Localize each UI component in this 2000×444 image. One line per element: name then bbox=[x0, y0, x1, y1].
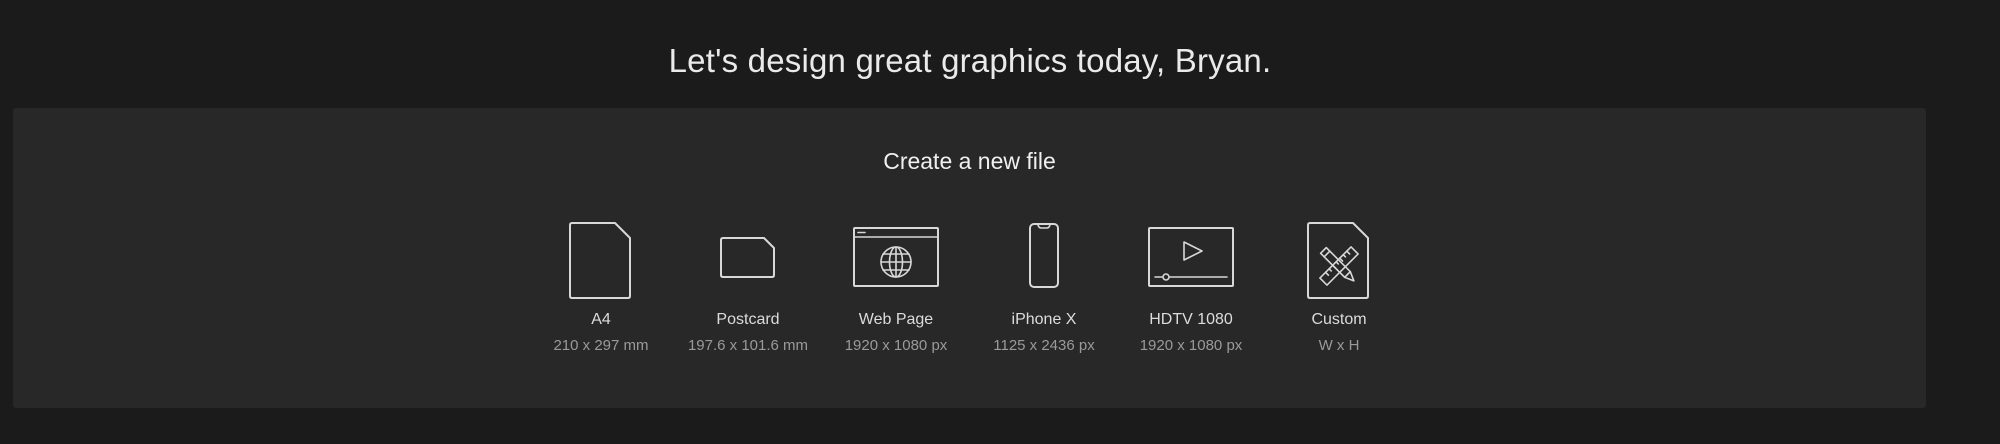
custom-ruler-pencil-icon bbox=[1289, 220, 1389, 300]
panel-title: Create a new file bbox=[883, 148, 1056, 174]
preset-hdtv-1080[interactable]: HDTV 1080 1920 x 1080 px bbox=[1121, 220, 1261, 354]
create-new-file-panel: Create a new file A4 210 x 297 mm Postca… bbox=[13, 108, 1926, 408]
preset-iphone-x[interactable]: iPhone X 1125 x 2436 px bbox=[974, 220, 1114, 354]
preset-name: Web Page bbox=[858, 311, 934, 328]
start-screen: Let's design great graphics today, Bryan… bbox=[0, 0, 2000, 444]
preset-dimensions: 1920 x 1080 px bbox=[844, 337, 948, 354]
preset-dimensions: 210 x 297 mm bbox=[553, 337, 649, 354]
preset-postcard[interactable]: Postcard 197.6 x 101.6 mm bbox=[678, 220, 818, 354]
video-screen-icon bbox=[1141, 220, 1241, 300]
postcard-icon bbox=[698, 220, 798, 300]
preset-name: Custom bbox=[1311, 311, 1367, 328]
preset-name: A4 bbox=[591, 311, 611, 328]
preset-dimensions: 1920 x 1080 px bbox=[1139, 337, 1243, 354]
preset-list: A4 210 x 297 mm Postcard 197.6 x 101.6 m… bbox=[13, 220, 1926, 370]
preset-a4[interactable]: A4 210 x 297 mm bbox=[531, 220, 671, 354]
preset-dimensions: 197.6 x 101.6 mm bbox=[687, 337, 809, 354]
web-page-icon bbox=[846, 220, 946, 300]
preset-web-page[interactable]: Web Page 1920 x 1080 px bbox=[826, 220, 966, 354]
preset-custom[interactable]: Custom W x H bbox=[1269, 220, 1409, 354]
preset-dimensions: W x H bbox=[1318, 337, 1360, 354]
greeting-heading: Let's design great graphics today, Bryan… bbox=[668, 42, 1272, 79]
document-icon bbox=[551, 220, 651, 300]
preset-name: HDTV 1080 bbox=[1149, 311, 1233, 328]
preset-name: Postcard bbox=[716, 311, 780, 328]
preset-name: iPhone X bbox=[1011, 311, 1077, 328]
phone-icon bbox=[994, 220, 1094, 300]
preset-dimensions: 1125 x 2436 px bbox=[993, 337, 1095, 354]
